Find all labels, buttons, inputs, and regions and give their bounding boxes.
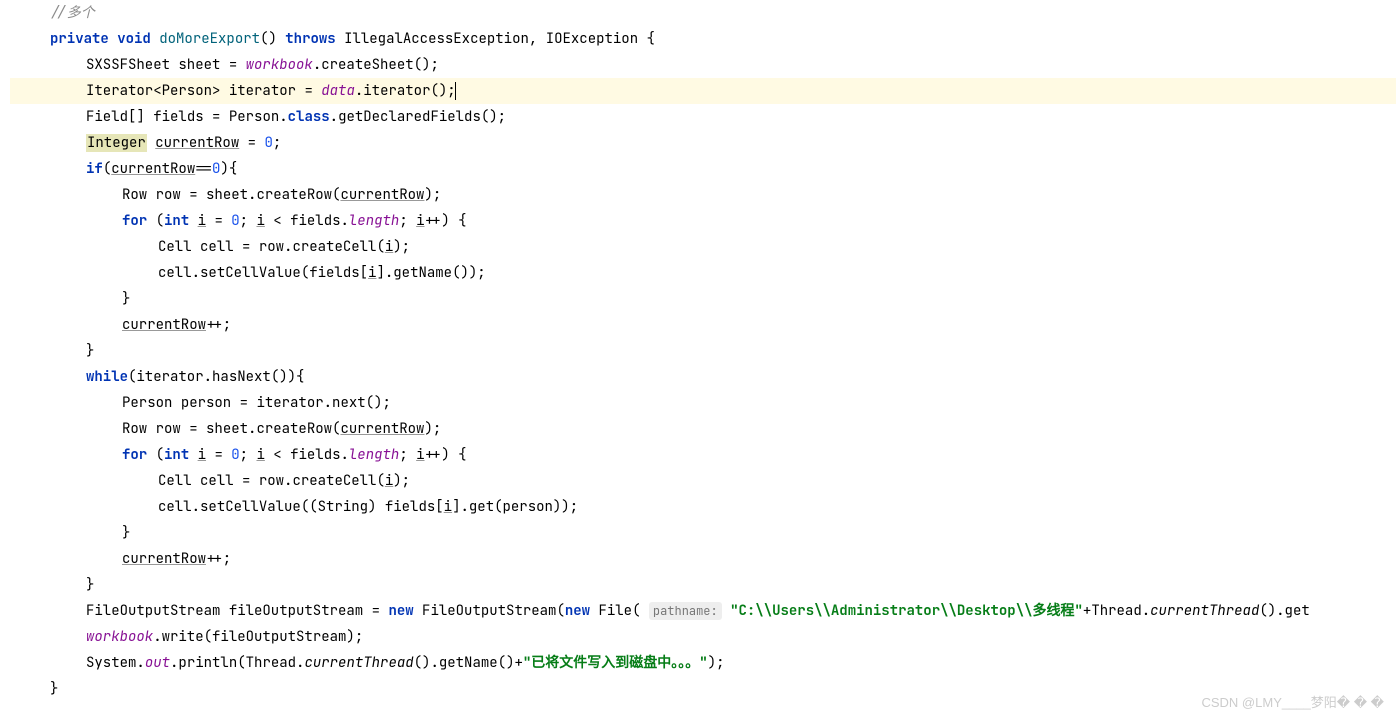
code-line: FileOutputStream fileOutputStream = new … — [10, 598, 1396, 624]
code-line: } — [10, 520, 1396, 546]
code-line: Row row = sheet.createRow(currentRow); — [10, 182, 1396, 208]
code-line: } — [10, 338, 1396, 364]
code-line: Integer currentRow = 0; — [10, 130, 1396, 156]
code-line: Cell cell = row.createCell(i); — [10, 468, 1396, 494]
code-line: private void doMoreExport() throws Illeg… — [10, 26, 1396, 52]
code-line: Cell cell = row.createCell(i); — [10, 234, 1396, 260]
code-line: System.out.println(Thread.currentThread(… — [10, 650, 1396, 676]
code-line: currentRow++; — [10, 546, 1396, 572]
code-line: } — [10, 676, 1396, 702]
code-line: SXSSFSheet sheet = workbook.createSheet(… — [10, 52, 1396, 78]
code-line: } — [10, 572, 1396, 598]
code-line: //多个 — [10, 0, 1396, 26]
code-line: if(currentRow==0){ — [10, 156, 1396, 182]
code-line: } — [10, 286, 1396, 312]
code-line: Row row = sheet.createRow(currentRow); — [10, 416, 1396, 442]
code-line: for (int i = 0; i < fields.length; i++) … — [10, 442, 1396, 468]
code-line: currentRow++; — [10, 312, 1396, 338]
code-editor[interactable]: //多个 private void doMoreExport() throws … — [0, 0, 1396, 702]
watermark: CSDN @LMY____梦阳� � � — [1201, 690, 1384, 716]
code-content: //多个 private void doMoreExport() throws … — [0, 0, 1396, 702]
code-line: Person person = iterator.next(); — [10, 390, 1396, 416]
code-line: for (int i = 0; i < fields.length; i++) … — [10, 208, 1396, 234]
code-line: cell.setCellValue((String) fields[i].get… — [10, 494, 1396, 520]
text-cursor — [455, 82, 456, 100]
code-line: workbook.write(fileOutputStream); — [10, 624, 1396, 650]
code-line: Field[] fields = Person.class.getDeclare… — [10, 104, 1396, 130]
param-hint: pathname: — [649, 602, 722, 620]
code-line: while(iterator.hasNext()){ — [10, 364, 1396, 390]
code-line-active: Iterator<Person> iterator = data.iterato… — [10, 78, 1396, 104]
code-line: cell.setCellValue(fields[i].getName()); — [10, 260, 1396, 286]
